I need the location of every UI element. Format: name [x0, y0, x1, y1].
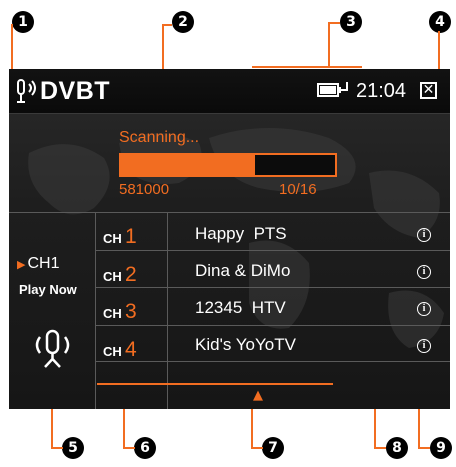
current-channel-label: CH1 [27, 255, 60, 272]
scan-progress-bar [119, 153, 337, 177]
callout-line-8-horizontal [374, 447, 386, 449]
channel-prefix: CH [103, 344, 122, 359]
channel-prefix: CH [103, 269, 122, 284]
close-icon: ✕ [422, 82, 435, 98]
scan-frequency: 581000 [119, 181, 170, 198]
row-divider [95, 325, 450, 326]
callout-1: 1 [12, 11, 34, 33]
info-icon[interactable]: i [417, 302, 431, 316]
callout-line-5-horizontal [51, 447, 63, 449]
antenna-icon[interactable] [31, 327, 75, 371]
list-column-divider [167, 212, 168, 409]
callout-6: 6 [134, 437, 156, 459]
callout-line-3-vertical [328, 22, 330, 66]
close-button[interactable]: ✕ [420, 82, 437, 99]
callout-3: 3 [340, 11, 362, 33]
callout-line-3-horizontal [252, 66, 362, 68]
signal-antenna-icon [17, 79, 36, 103]
title-bar: DVBT 21:04 ✕ [9, 69, 450, 114]
channel-name[interactable]: Kid's YoYoTV [195, 335, 296, 355]
callout-line-9 [418, 405, 420, 448]
channel-number-cell[interactable]: CH 3 [97, 289, 167, 325]
callout-2: 2 [172, 11, 194, 33]
callout-line-9-horizontal [418, 447, 430, 449]
scan-status-label: Scanning... [119, 129, 200, 146]
callout-line-4 [438, 31, 440, 71]
channel-number-cell[interactable]: CH 1 [97, 214, 167, 250]
callout-9: 9 [430, 437, 452, 459]
battery-plug-icon [317, 82, 348, 97]
clock: 21:04 [356, 80, 407, 102]
channel-name[interactable]: 12345 HTV [195, 298, 286, 318]
current-channel[interactable]: ▶ CH1 [17, 255, 59, 273]
channel-name[interactable]: Happy PTS [195, 224, 287, 244]
channel-number: 1 [125, 225, 137, 248]
app-title: DVBT [40, 77, 111, 105]
channel-number-cell[interactable]: CH 4 [97, 327, 167, 363]
selection-underline [97, 383, 333, 385]
info-icon[interactable]: i [417, 339, 431, 353]
device-screen: DVBT 21:04 ✕ Scanning... 581000 10/16 ▶ C… [9, 69, 450, 409]
scan-progress-fill [121, 155, 255, 175]
channel-number: 2 [125, 263, 137, 286]
play-now-button[interactable]: Play Now [19, 282, 77, 297]
list-top-divider [9, 212, 450, 213]
row-divider [95, 250, 450, 251]
list-left-divider [95, 212, 96, 409]
channel-number: 3 [125, 300, 137, 323]
scan-progress-count: 10/16 [279, 181, 317, 198]
channel-number: 4 [125, 338, 137, 361]
callout-8: 8 [386, 437, 408, 459]
callout-line-1 [11, 24, 13, 74]
current-indicator-icon: ▶ [17, 259, 26, 271]
callout-line-6-horizontal [123, 447, 135, 449]
channel-number-cell[interactable]: CH 2 [97, 252, 167, 288]
channel-prefix: CH [103, 231, 122, 246]
scroll-up-arrow-icon[interactable]: ▲ [253, 388, 263, 403]
channel-prefix: CH [103, 306, 122, 321]
callout-4: 4 [429, 11, 451, 33]
callout-line-7-horizontal [251, 447, 263, 449]
callout-7: 7 [262, 437, 284, 459]
channel-name[interactable]: Dina & DiMo [195, 261, 290, 281]
info-icon[interactable]: i [417, 265, 431, 279]
info-icon[interactable]: i [417, 228, 431, 242]
callout-5: 5 [62, 437, 84, 459]
